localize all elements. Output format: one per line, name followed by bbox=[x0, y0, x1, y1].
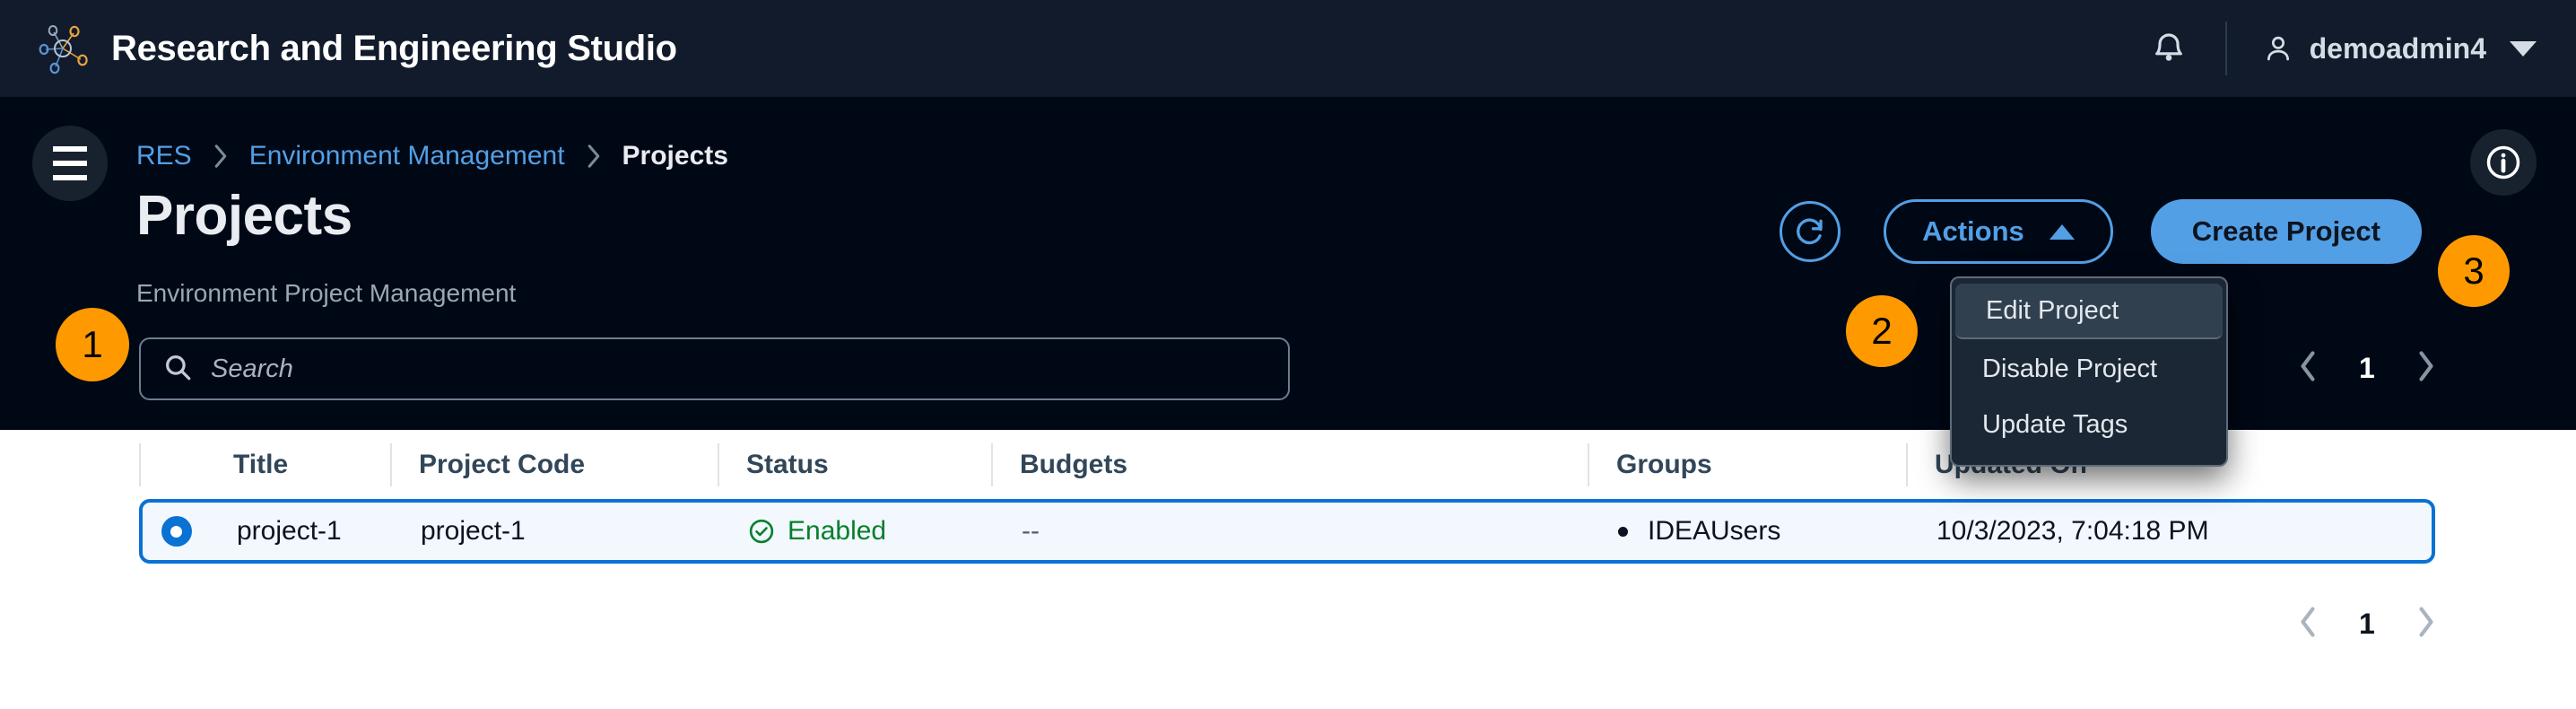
cell-status: Enabled bbox=[721, 516, 995, 547]
menu-item-update-tags[interactable]: Update Tags bbox=[1952, 397, 2226, 452]
actions-dropdown-menu: Edit Project Disable Project Update Tags bbox=[1950, 276, 2228, 467]
breadcrumb: RES Environment Management Projects bbox=[136, 136, 728, 176]
row-select-radio[interactable] bbox=[143, 516, 210, 547]
search-icon bbox=[162, 352, 193, 387]
page-title: Projects bbox=[136, 185, 352, 247]
create-project-button[interactable]: Create Project bbox=[2150, 199, 2422, 264]
network-nodes-logo-icon bbox=[34, 20, 91, 77]
hamburger-bar bbox=[53, 161, 87, 166]
user-icon bbox=[2263, 33, 2293, 64]
group-name: IDEAUsers bbox=[1648, 516, 1781, 546]
menu-item-disable-project[interactable]: Disable Project bbox=[1952, 341, 2226, 397]
topbar-right-actions: demoadmin4 bbox=[2148, 0, 2537, 97]
pagination-prev-icon[interactable] bbox=[2296, 604, 2319, 644]
refresh-icon[interactable] bbox=[1780, 201, 1841, 262]
bullet-icon bbox=[1618, 526, 1628, 537]
bell-icon[interactable] bbox=[2148, 28, 2189, 69]
column-header-groups[interactable]: Groups bbox=[1588, 442, 1906, 486]
hamburger-bar bbox=[53, 146, 87, 152]
column-header-status[interactable]: Status bbox=[718, 442, 991, 486]
pagination-page-number[interactable]: 1 bbox=[2359, 352, 2375, 385]
hamburger-bar bbox=[53, 175, 87, 180]
chevron-up-icon bbox=[2049, 223, 2075, 240]
radio-selected-icon bbox=[161, 516, 192, 547]
search-input[interactable] bbox=[211, 354, 1288, 384]
app-title: Research and Engineering Studio bbox=[111, 28, 677, 68]
breadcrumb-item-projects: Projects bbox=[622, 141, 728, 171]
menu-item-edit-project[interactable]: Edit Project bbox=[1955, 284, 2223, 339]
topbar-divider bbox=[2224, 22, 2227, 75]
breadcrumb-item-environment-management[interactable]: Environment Management bbox=[249, 141, 565, 171]
search-box[interactable] bbox=[139, 337, 1290, 400]
check-circle-icon bbox=[748, 518, 775, 545]
pagination-page-number[interactable]: 1 bbox=[2359, 608, 2375, 641]
annotation-badge-3: 3 bbox=[2438, 235, 2510, 307]
top-navigation-bar: Research and Engineering Studio demoadmi… bbox=[0, 0, 2576, 97]
menu-item-label: Update Tags bbox=[1982, 409, 2128, 439]
cell-updated-on: 10/3/2023, 7:04:18 PM bbox=[1936, 516, 2209, 546]
projects-table: Title Project Code Status Budgets Groups… bbox=[0, 430, 2576, 709]
cell-project-code: project-1 bbox=[421, 516, 526, 546]
user-menu[interactable]: demoadmin4 bbox=[2263, 32, 2537, 66]
hamburger-menu-icon[interactable] bbox=[32, 126, 108, 201]
menu-item-label: Disable Project bbox=[1982, 354, 2158, 383]
column-header-project-code[interactable]: Project Code bbox=[390, 442, 718, 486]
pagination-next-icon[interactable] bbox=[2415, 348, 2438, 389]
status-label: Enabled bbox=[788, 516, 887, 546]
annotation-badge-2: 2 bbox=[1846, 295, 1918, 367]
pagination-next-icon[interactable] bbox=[2415, 604, 2438, 644]
info-circle-icon[interactable] bbox=[2470, 129, 2537, 196]
actions-button[interactable]: Actions bbox=[1884, 199, 2113, 264]
status-badge: Enabled bbox=[748, 516, 886, 547]
table-row[interactable]: project-1 project-1 Enabled -- IDEAUsers… bbox=[139, 499, 2435, 564]
page-subtitle: Environment Project Management bbox=[136, 279, 517, 307]
cell-budgets: -- bbox=[1022, 516, 1040, 546]
breadcrumb-item-res[interactable]: RES bbox=[136, 141, 192, 171]
pagination-bottom: 1 bbox=[2296, 604, 2438, 644]
annotation-badge-1: 1 bbox=[56, 308, 129, 381]
cell-groups: IDEAUsers bbox=[1591, 516, 1910, 547]
brand[interactable]: Research and Engineering Studio bbox=[34, 20, 677, 77]
pagination-prev-icon[interactable] bbox=[2296, 348, 2319, 389]
column-header-title[interactable]: Title bbox=[206, 443, 390, 486]
chevron-down-icon bbox=[2510, 40, 2537, 57]
pagination-top: 1 bbox=[2296, 348, 2438, 389]
chevron-right-icon bbox=[212, 142, 230, 171]
user-name-label: demoadmin4 bbox=[2309, 31, 2486, 65]
chevron-right-icon bbox=[585, 142, 603, 171]
column-header-budgets[interactable]: Budgets bbox=[991, 442, 1588, 486]
actions-button-label: Actions bbox=[1922, 215, 2024, 247]
cell-title: project-1 bbox=[237, 516, 342, 546]
menu-item-label: Edit Project bbox=[1986, 295, 2119, 325]
